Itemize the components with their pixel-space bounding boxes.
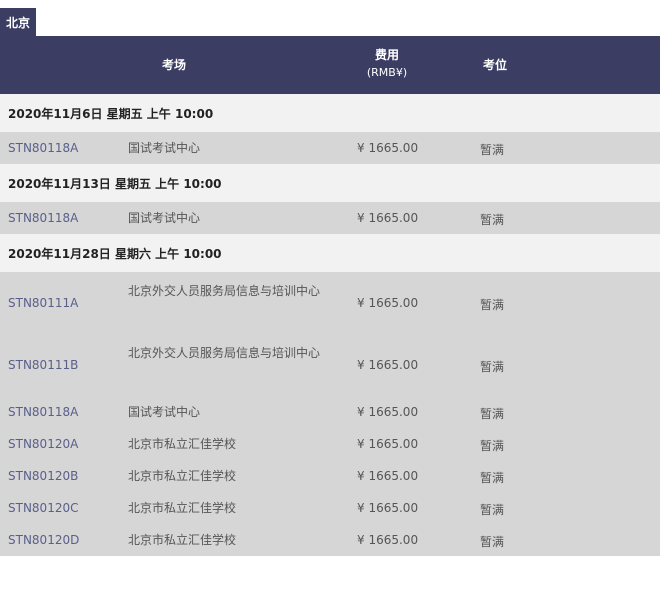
header-seat: 考位 <box>482 58 507 72</box>
table-row: STN80120D 北京市私立汇佳学校 ¥ 1665.00 暂满 <box>0 524 660 556</box>
table-row: STN80118A 国试考试中心 ¥ 1665.00 暂满 <box>0 132 660 164</box>
date-row: 2020年11月6日 星期五 上午 10:00 <box>0 94 660 132</box>
venue-name: 北京市私立汇佳学校 <box>128 469 237 483</box>
table-row: STN80118A 国试考试中心 ¥ 1665.00 暂满 <box>0 202 660 234</box>
date-row: 2020年11月13日 星期五 上午 10:00 <box>0 164 660 202</box>
seat-status: 暂满 <box>480 407 505 421</box>
seat-status: 暂满 <box>480 213 505 227</box>
test-center-code-link[interactable]: STN80120A <box>8 437 78 451</box>
header-fee-label: 费用 <box>374 48 399 62</box>
city-tab-beijing[interactable]: 北京 <box>0 8 37 36</box>
date-row: 2020年11月28日 星期六 上午 10:00 <box>0 234 660 272</box>
fee-value: ¥ 1665.00 <box>357 211 419 225</box>
venue-name: 北京市私立汇佳学校 <box>128 533 237 547</box>
venue-name: 北京外交人员服务局信息与培训中心 <box>128 284 321 298</box>
venue-name: 国试考试中心 <box>128 405 201 419</box>
venue-name: 北京市私立汇佳学校 <box>128 501 237 515</box>
venue-name: 北京外交人员服务局信息与培训中心 <box>128 346 321 360</box>
fee-value: ¥ 1665.00 <box>357 296 419 310</box>
fee-value: ¥ 1665.00 <box>357 533 419 547</box>
test-center-code-link[interactable]: STN80118A <box>8 141 78 155</box>
header-fee: 费用 (RMB¥) <box>357 46 417 82</box>
table-row: STN80120B 北京市私立汇佳学校 ¥ 1665.00 暂满 <box>0 460 660 492</box>
test-center-code-link[interactable]: STN80120B <box>8 469 78 483</box>
seat-status: 暂满 <box>480 535 505 549</box>
seat-status: 暂满 <box>480 298 505 312</box>
seat-status: 暂满 <box>480 503 505 517</box>
fee-value: ¥ 1665.00 <box>357 405 419 419</box>
seat-status: 暂满 <box>480 360 505 374</box>
exam-schedule-table: 考场 费用 (RMB¥) 考位 2020年11月6日 星期五 上午 10:00 … <box>0 36 660 556</box>
table-row: STN80120A 北京市私立汇佳学校 ¥ 1665.00 暂满 <box>0 428 660 460</box>
fee-value: ¥ 1665.00 <box>357 358 419 372</box>
table-header: 考场 费用 (RMB¥) 考位 <box>0 36 660 94</box>
fee-value: ¥ 1665.00 <box>357 469 419 483</box>
header-fee-unit: (RMB¥) <box>366 66 408 79</box>
table-row: STN80118A 国试考试中心 ¥ 1665.00 暂满 <box>0 396 660 428</box>
venue-name: 北京市私立汇佳学校 <box>128 437 237 451</box>
test-center-code-link[interactable]: STN80118A <box>8 211 78 225</box>
test-center-code-link[interactable]: STN80111B <box>8 358 78 372</box>
header-venue: 考场 <box>161 58 186 72</box>
venue-name: 国试考试中心 <box>128 211 201 225</box>
test-center-code-link[interactable]: STN80120D <box>8 533 79 547</box>
test-center-code-link[interactable]: STN80120C <box>8 501 78 515</box>
venue-name: 国试考试中心 <box>128 141 201 155</box>
seat-status: 暂满 <box>480 439 505 453</box>
fee-value: ¥ 1665.00 <box>357 501 419 515</box>
test-center-code-link[interactable]: STN80111A <box>8 296 78 310</box>
table-row: STN80111A 北京外交人员服务局信息与培训中心 ¥ 1665.00 暂满 <box>0 272 660 334</box>
seat-status: 暂满 <box>480 471 505 485</box>
seat-status: 暂满 <box>480 143 505 157</box>
table-row: STN80111B 北京外交人员服务局信息与培训中心 ¥ 1665.00 暂满 <box>0 334 660 396</box>
fee-value: ¥ 1665.00 <box>357 437 419 451</box>
fee-value: ¥ 1665.00 <box>357 141 419 155</box>
test-center-code-link[interactable]: STN80118A <box>8 405 78 419</box>
table-row: STN80120C 北京市私立汇佳学校 ¥ 1665.00 暂满 <box>0 492 660 524</box>
